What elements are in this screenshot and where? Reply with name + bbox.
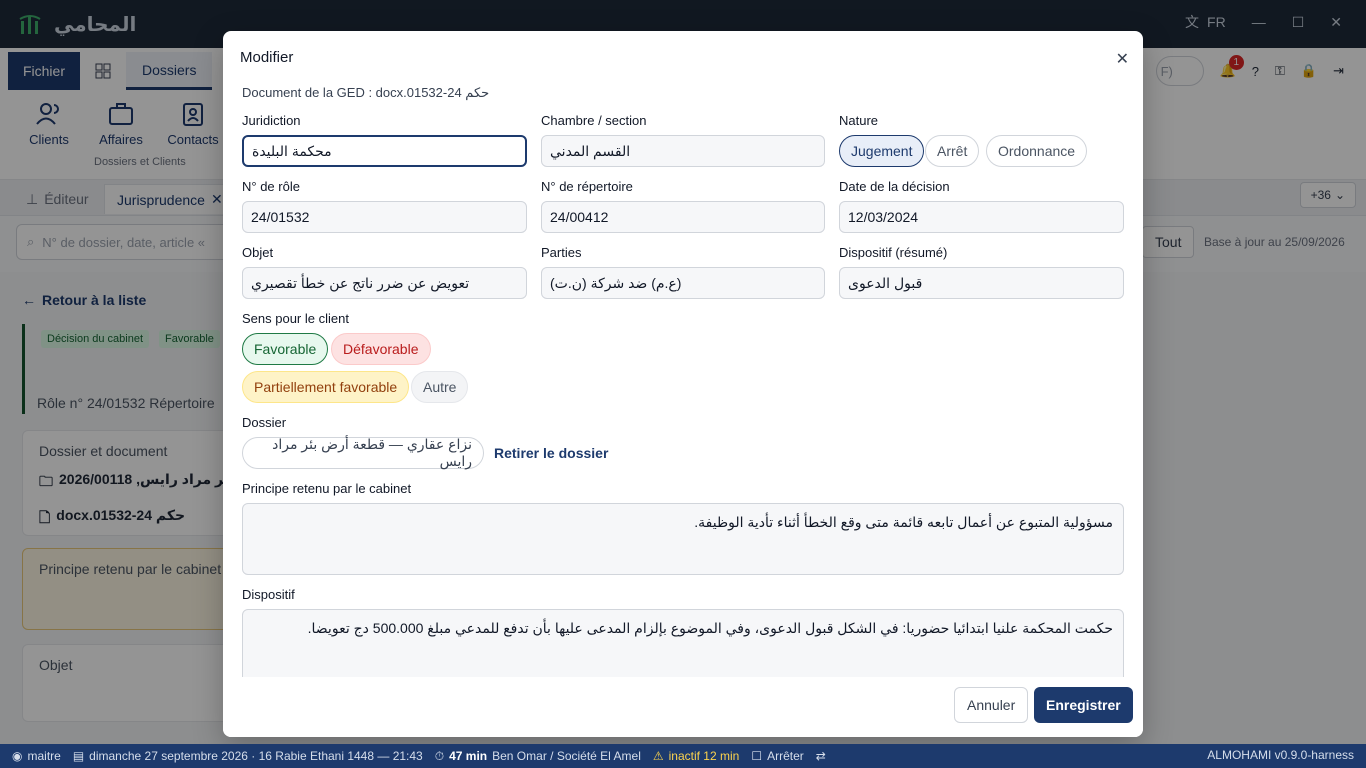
parties-label: Parties xyxy=(541,245,582,260)
role-label: N° de rôle xyxy=(242,179,300,194)
ged-document-ref: Document de la GED : docx.01532-24 حكم xyxy=(242,85,490,100)
save-button[interactable]: Enregistrer xyxy=(1034,687,1133,723)
stop-timer-button[interactable]: ☐ Arrêter xyxy=(751,749,803,763)
date-field[interactable]: 12/03/2024 xyxy=(839,201,1124,233)
status-inactive-label: inactif 12 min xyxy=(668,749,740,763)
stopwatch-icon: ⏱ xyxy=(434,748,445,763)
principe-textarea[interactable]: مسؤولية المتبوع عن أعمال تابعه قائمة متى… xyxy=(242,503,1124,575)
sens-autre-option[interactable]: Autre xyxy=(411,371,469,403)
status-date-label: dimanche 27 septembre 2026 · 16 Rabie Et… xyxy=(89,749,423,763)
principe-label: Principe retenu par le cabinet xyxy=(242,481,412,496)
modal-title: Modifier xyxy=(240,49,294,66)
stop-label: Arrêter xyxy=(767,749,804,763)
close-icon[interactable]: ✕ xyxy=(1116,49,1129,69)
status-bar: ◉ maitre ▤ dimanche 27 septembre 2026 · … xyxy=(0,744,1366,768)
status-user: ◉ maitre xyxy=(12,749,61,763)
sens-favorable-option[interactable]: Favorable xyxy=(242,333,329,365)
app-version: ALMOHAMI v0.9.0-harness xyxy=(1207,748,1354,762)
juridiction-field[interactable]: محكمة البليدة xyxy=(242,135,527,167)
dossier-chip[interactable]: نزاع عقاري — قطعة أرض بئر مراد رايس xyxy=(242,436,484,469)
nature-ordonnance-option[interactable]: Ordonnance xyxy=(986,135,1088,167)
modal-body: Document de la GED : docx.01532-24 حكم J… xyxy=(223,79,1143,677)
nature-label: Nature xyxy=(839,113,879,128)
juridiction-label: Juridiction xyxy=(242,113,301,128)
status-inactive: ⚠ inactif 12 min xyxy=(653,749,739,763)
dispositif-label: Dispositif xyxy=(242,587,295,602)
dispositif-resume-field[interactable]: قبول الدعوى xyxy=(839,267,1124,299)
switch-icon[interactable]: ⇄ xyxy=(816,749,826,763)
remove-dossier-link[interactable]: Retirer le dossier xyxy=(494,445,608,461)
nature-jugement-option[interactable]: Jugement xyxy=(839,135,925,167)
objet-field[interactable]: تعويض عن ضرر ناتج عن خطأ تقصيري xyxy=(242,267,527,299)
cancel-button[interactable]: Annuler xyxy=(954,687,1029,723)
user-icon: ◉ xyxy=(12,749,23,763)
status-date: ▤ dimanche 27 septembre 2026 · 16 Rabie … xyxy=(73,749,423,763)
dossier-label: Dossier xyxy=(242,415,287,430)
sens-defavorable-option[interactable]: Défavorable xyxy=(331,333,431,365)
dispositif-textarea[interactable]: حكمت المحكمة علنيا ابتدائيا حضوريا: في ا… xyxy=(242,609,1124,677)
stop-icon: ☐ xyxy=(751,749,763,763)
sens-partiel-option[interactable]: Partiellement favorable xyxy=(242,371,410,403)
status-user-label: maitre xyxy=(27,749,61,763)
modal-footer: Annuler Enregistrer xyxy=(223,677,1143,737)
chambre-field[interactable]: القسم المدني xyxy=(541,135,825,167)
status-timer: ⏱ 47 min Ben Omar / Société El Amel xyxy=(435,749,641,764)
warning-icon: ⚠ xyxy=(652,749,664,763)
date-label: Date de la décision xyxy=(839,179,950,194)
edit-modal: Modifier ✕ Document de la GED : docx.015… xyxy=(223,31,1143,737)
repertoire-label: N° de répertoire xyxy=(541,179,633,194)
dispositif-resume-label: Dispositif (résumé) xyxy=(839,245,948,260)
objet-label: Objet xyxy=(242,245,274,260)
status-timer-label: 47 min xyxy=(449,749,488,763)
chambre-label: Chambre / section xyxy=(541,113,647,128)
nature-arret-option[interactable]: Arrêt xyxy=(925,135,980,167)
repertoire-field[interactable]: 24/00412 xyxy=(541,201,825,233)
role-field[interactable]: 24/01532 xyxy=(242,201,527,233)
sens-label: Sens pour le client xyxy=(242,311,349,326)
parties-field[interactable]: (ع.م) ضد شركة (ن.ت) xyxy=(541,267,825,299)
calendar-icon: ▤ xyxy=(72,749,85,763)
status-client-label: Ben Omar / Société El Amel xyxy=(492,749,641,763)
